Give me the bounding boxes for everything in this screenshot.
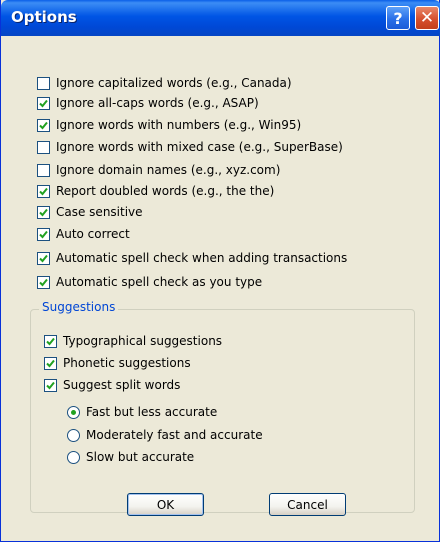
checkbox[interactable]: [37, 275, 50, 289]
checkbox[interactable]: [37, 205, 50, 219]
checkmark-icon: [39, 208, 48, 216]
checkbox[interactable]: [44, 378, 57, 392]
checkbox[interactable]: [37, 163, 50, 177]
help-icon: ?: [393, 8, 403, 28]
radio-dot-icon: [71, 409, 76, 415]
suggestion-phonetic[interactable]: Phonetic suggestions: [44, 354, 191, 372]
option-spell-check-transactions[interactable]: Automatic spell check when adding transa…: [37, 249, 347, 267]
speed-moderate[interactable]: Moderately fast and accurate: [67, 426, 263, 444]
checkmark-icon: [46, 381, 55, 389]
options-dialog: Options ? ✕ Ignore capitalized words (e.…: [0, 0, 440, 542]
checkbox[interactable]: [44, 334, 57, 348]
option-auto-correct[interactable]: Auto correct: [37, 225, 130, 243]
option-label: Typographical suggestions: [63, 334, 223, 348]
help-button[interactable]: ?: [386, 6, 410, 30]
checkbox[interactable]: [37, 251, 50, 265]
option-ignore-numbers[interactable]: Ignore words with numbers (e.g., Win95): [37, 116, 301, 134]
cancel-button[interactable]: Cancel: [269, 493, 346, 516]
option-ignore-all-caps[interactable]: Ignore all-caps words (e.g., ASAP): [37, 94, 259, 112]
option-label: Report doubled words (e.g., the the): [56, 184, 275, 198]
checkbox[interactable]: [37, 96, 50, 110]
option-label: Auto correct: [56, 227, 130, 241]
option-label: Suggest split words: [63, 378, 181, 392]
checkbox[interactable]: [44, 356, 57, 370]
option-case-sensitive[interactable]: Case sensitive: [37, 203, 143, 221]
checkbox[interactable]: [37, 184, 50, 198]
checkmark-icon: [39, 278, 48, 286]
option-label: Ignore words with mixed case (e.g., Supe…: [56, 140, 343, 154]
option-ignore-domains[interactable]: Ignore domain names (e.g., xyz.com): [37, 161, 280, 179]
suggestion-typographical[interactable]: Typographical suggestions: [44, 332, 222, 350]
checkbox[interactable]: [37, 118, 50, 132]
option-label: Ignore domain names (e.g., xyz.com): [56, 163, 281, 177]
option-label: Phonetic suggestions: [63, 356, 191, 370]
option-label: Ignore words with numbers (e.g., Win95): [56, 118, 302, 132]
dialog-body: Ignore capitalized words (e.g., Canada) …: [1, 36, 439, 541]
close-icon: ✕: [419, 8, 435, 28]
close-button[interactable]: ✕: [415, 6, 439, 30]
suggestions-group-title: Suggestions: [39, 300, 119, 314]
speed-fast[interactable]: Fast but less accurate: [67, 403, 217, 421]
checkmark-icon: [39, 187, 48, 195]
option-ignore-mixed-case[interactable]: Ignore words with mixed case (e.g., Supe…: [37, 138, 343, 156]
speed-slow[interactable]: Slow but accurate: [67, 448, 194, 466]
radio-button[interactable]: [67, 428, 80, 442]
checkbox[interactable]: [37, 227, 50, 241]
checkmark-icon: [39, 254, 48, 262]
suggestion-split-words[interactable]: Suggest split words: [44, 376, 180, 394]
option-label: Ignore all-caps words (e.g., ASAP): [56, 96, 259, 110]
checkmark-icon: [46, 337, 55, 345]
option-label: Ignore capitalized words (e.g., Canada): [56, 76, 292, 90]
option-label: Automatic spell check as you type: [56, 275, 263, 289]
radio-button[interactable]: [67, 405, 80, 419]
checkmark-icon: [46, 359, 55, 367]
checkbox[interactable]: [37, 76, 50, 90]
title-bar[interactable]: Options ? ✕: [1, 0, 440, 36]
option-ignore-capitalized[interactable]: Ignore capitalized words (e.g., Canada): [37, 74, 292, 92]
checkbox[interactable]: [37, 140, 50, 154]
checkmark-icon: [39, 121, 48, 129]
checkmark-icon: [39, 230, 48, 238]
checkmark-icon: [39, 99, 48, 107]
radio-label: Moderately fast and accurate: [86, 428, 263, 442]
option-spell-check-as-you-type[interactable]: Automatic spell check as you type: [37, 273, 262, 291]
option-report-doubled[interactable]: Report doubled words (e.g., the the): [37, 182, 274, 200]
radio-label: Fast but less accurate: [86, 405, 218, 419]
option-label: Automatic spell check when adding transa…: [56, 251, 348, 265]
radio-label: Slow but accurate: [86, 450, 195, 464]
option-label: Case sensitive: [56, 205, 143, 219]
dialog-title: Options: [11, 8, 77, 26]
ok-button[interactable]: OK: [127, 493, 204, 516]
radio-button[interactable]: [67, 450, 80, 464]
